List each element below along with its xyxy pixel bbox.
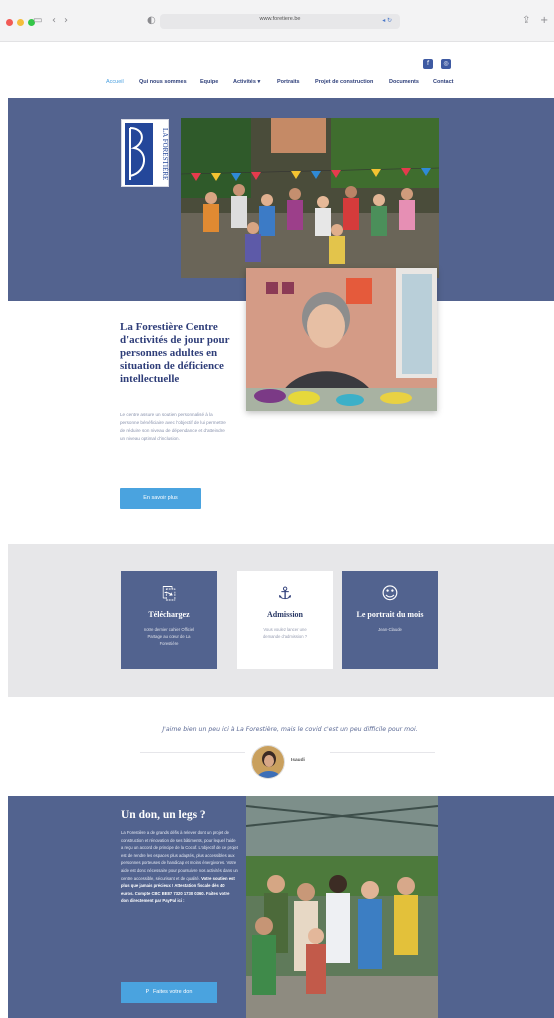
card-title: Le portrait du mois	[356, 610, 424, 619]
minimize-window-button[interactable]	[17, 19, 24, 26]
pdf-icon: ⎘	[162, 584, 176, 604]
browser-toolbar: ▭ ‹ › ◐ www.foretiere.be ◂ ↻ ⇪ +	[0, 0, 554, 42]
donation-description: La Forestière a de grands défis à releve…	[121, 830, 238, 881]
download-card[interactable]: ⎘ Téléchargez notre dernier cahier Offic…	[121, 571, 217, 669]
back-icon[interactable]: ‹	[52, 15, 56, 27]
card-text: Vous voulez lancer une demande d'admissi…	[262, 627, 308, 639]
divider	[140, 752, 245, 753]
donate-button[interactable]: P Faites votre don	[121, 982, 217, 1003]
learn-more-button[interactable]: En savoir plus	[120, 488, 201, 509]
group-party-photo	[181, 118, 439, 278]
share-icon[interactable]: ⇪	[522, 15, 530, 27]
privacy-shield-icon[interactable]: ◐	[147, 15, 156, 27]
url-text: www.foretiere.be	[259, 16, 301, 22]
main-nav: Accueil Qui nous sommes Equipe Activités…	[96, 79, 466, 91]
nav-item-contact[interactable]: Contact	[433, 79, 453, 85]
nav-item-documents[interactable]: Documents	[389, 79, 419, 85]
nav-item-portraits[interactable]: Portraits	[277, 79, 300, 85]
smiling-woman-photo	[246, 268, 437, 411]
nav-item-qui-nous-sommes[interactable]: Qui nous sommes	[139, 79, 187, 85]
window-controls	[6, 19, 35, 26]
testimonial-quote: J'aime bien un peu ici à La Forestière, …	[162, 726, 418, 733]
portrait-card[interactable]: ☺ Le portrait du mois Jean-Claude	[342, 571, 438, 669]
hero-title: La Forestière Centre d'activités de jour…	[120, 321, 230, 385]
nav-item-equipe[interactable]: Equipe	[200, 79, 218, 85]
hero-description: Le centre assure un soutien personnalisé…	[120, 412, 226, 441]
paypal-icon: P	[145, 989, 149, 995]
card-text: Jean-Claude	[378, 627, 402, 632]
new-tab-icon[interactable]: +	[540, 15, 548, 27]
forestiere-logo[interactable]: LA FORESTIÈRE	[121, 119, 169, 187]
divider	[330, 752, 435, 753]
card-title: Téléchargez	[148, 610, 190, 619]
testimonial-author: Isaudi	[291, 758, 305, 763]
smile-icon: ☺	[381, 584, 399, 604]
nav-item-accueil[interactable]: Accueil	[106, 79, 124, 85]
anchor-icon: ⚓	[277, 584, 293, 604]
nav-item-activites[interactable]: Activités ▾	[233, 79, 260, 85]
donate-button-label: Faites votre don	[152, 989, 193, 995]
logo-text: LA FORESTIÈRE	[161, 128, 169, 180]
forward-icon[interactable]: ›	[64, 15, 68, 27]
admission-card[interactable]: ⚓ Admission Vous voulez lancer une deman…	[237, 571, 333, 669]
donation-text: La Forestière a de grands défis à releve…	[121, 829, 238, 905]
instagram-icon[interactable]: ◎	[441, 59, 451, 69]
nav-item-projet-de-construction[interactable]: Projet de construction	[315, 79, 373, 85]
donation-title: Un don, un legs ?	[121, 809, 206, 821]
card-title: Admission	[266, 610, 303, 619]
address-bar[interactable]: www.foretiere.be ◂ ↻	[160, 14, 400, 29]
group-outdoor-photo	[246, 796, 438, 1018]
card-text: notre dernier cahier Officiel Partage au…	[143, 627, 195, 646]
translate-icon[interactable]: ◂ ↻	[382, 17, 392, 24]
sidebar-icon[interactable]: ▭	[33, 15, 42, 27]
close-window-button[interactable]	[6, 19, 13, 26]
avatar	[251, 745, 285, 779]
facebook-icon[interactable]: f	[423, 59, 433, 69]
